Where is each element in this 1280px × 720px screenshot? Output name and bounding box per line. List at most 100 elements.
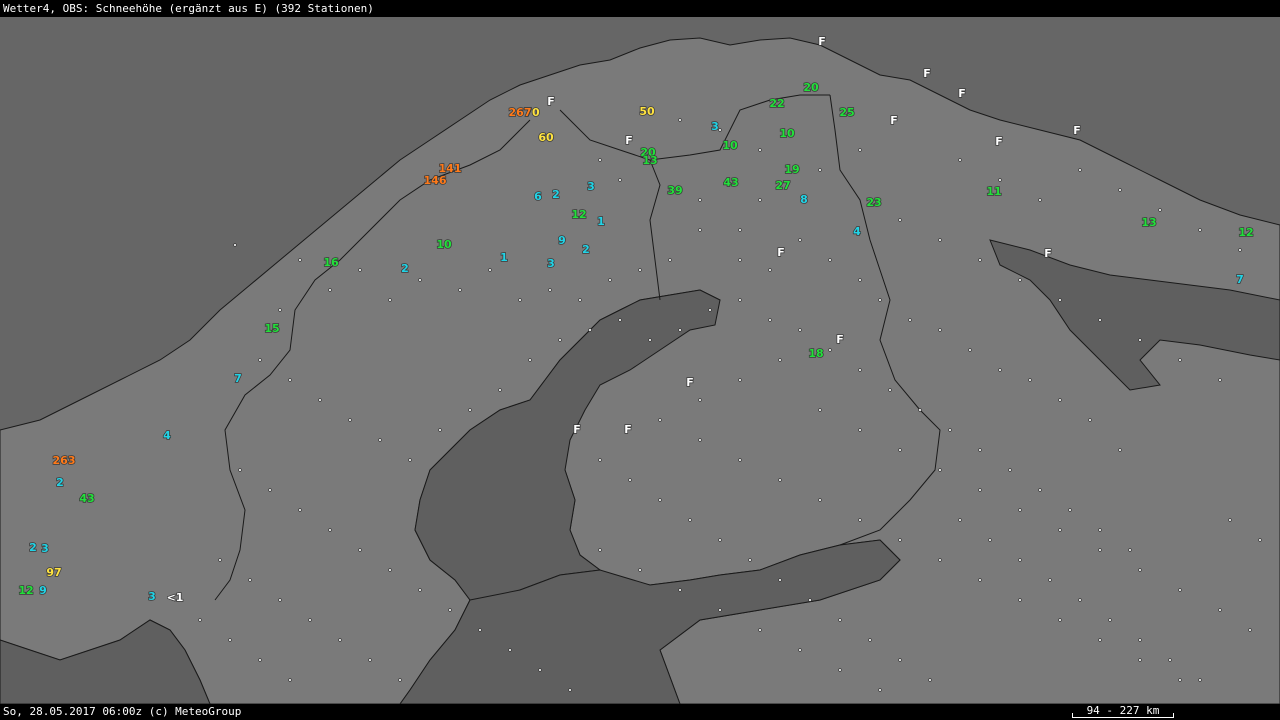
station-dot [808, 598, 812, 602]
station-dot [978, 258, 982, 262]
scale-line [1072, 713, 1174, 718]
station-dot [858, 368, 862, 372]
station-dot [578, 298, 582, 302]
station-dot [638, 568, 642, 572]
snow-depth-label: F [890, 114, 898, 127]
station-dot [998, 368, 1002, 372]
station-dot [268, 488, 272, 492]
snow-depth-label: 2 [56, 476, 64, 489]
station-dot [618, 318, 622, 322]
snow-depth-label: F [625, 134, 633, 147]
station-dot [878, 688, 882, 692]
station-dot [958, 158, 962, 162]
station-dot [938, 558, 942, 562]
station-dot [718, 128, 722, 132]
station-dot [288, 378, 292, 382]
station-dot [258, 658, 262, 662]
station-dot [1058, 298, 1062, 302]
station-dot [738, 298, 742, 302]
station-dot [278, 308, 282, 312]
station-dot [528, 358, 532, 362]
snow-depth-label: 19 [784, 163, 799, 176]
snow-depth-map[interactable]: FFFFFFFFF FFFF F<1202225101020131943 2739 11… [0, 17, 1280, 704]
station-dot [798, 328, 802, 332]
snow-depth-label: <1 [167, 591, 184, 604]
snow-depth-label: F [573, 423, 581, 436]
station-dot [828, 348, 832, 352]
station-dot [1178, 358, 1182, 362]
snow-depth-label: 16 [323, 256, 339, 269]
station-dot [328, 288, 332, 292]
station-dot [938, 328, 942, 332]
station-dot [678, 328, 682, 332]
station-dot [368, 658, 372, 662]
station-dot [1098, 318, 1102, 322]
station-dot [628, 478, 632, 482]
station-dot [998, 178, 1002, 182]
station-dot [1048, 578, 1052, 582]
station-dot [698, 198, 702, 202]
snow-depth-label: 12 [18, 584, 33, 597]
station-dot [448, 608, 452, 612]
snow-depth-label: 22 [769, 97, 784, 110]
station-dot [1078, 598, 1082, 602]
snow-depth-label: 7 [234, 372, 242, 385]
station-dot [1218, 378, 1222, 382]
station-dot [1108, 618, 1112, 622]
station-dot [758, 148, 762, 152]
station-dot [298, 258, 302, 262]
station-dot [748, 558, 752, 562]
station-dot [1008, 468, 1012, 472]
station-dot [218, 558, 222, 562]
station-dot [618, 178, 622, 182]
station-dot [908, 318, 912, 322]
station-dot [1038, 488, 1042, 492]
station-dot [398, 678, 402, 682]
station-dot [1018, 508, 1022, 512]
station-dot [538, 668, 542, 672]
station-dot [418, 278, 422, 282]
station-dot [1118, 188, 1122, 192]
station-dot [738, 228, 742, 232]
snow-depth-label: 3 [547, 257, 555, 270]
station-dot [388, 568, 392, 572]
station-dot [1058, 398, 1062, 402]
snow-depth-label: 25 [839, 106, 854, 119]
station-dot [818, 498, 822, 502]
station-dot [498, 388, 502, 392]
snow-depth-label: F [995, 135, 1003, 148]
station-dot [898, 448, 902, 452]
station-dot [858, 148, 862, 152]
snow-depth-label: 3 [587, 180, 595, 193]
station-dot [678, 588, 682, 592]
station-dot [958, 518, 962, 522]
station-dot [978, 578, 982, 582]
station-dot [718, 608, 722, 612]
station-dot [1228, 518, 1232, 522]
status-bar: So, 28.05.2017 06:00z (c) MeteoGroup 94 … [0, 704, 1280, 720]
station-dot [858, 278, 862, 282]
station-dot [898, 218, 902, 222]
station-dot [1078, 168, 1082, 172]
station-dot [378, 438, 382, 442]
snow-depth-label: 4 [853, 225, 861, 238]
station-dot [898, 538, 902, 542]
snow-depth-label: 10 [722, 139, 738, 152]
station-dot [418, 588, 422, 592]
station-dot [558, 338, 562, 342]
snow-depth-label: 13 [1141, 216, 1156, 229]
station-dot [648, 338, 652, 342]
station-dot [198, 618, 202, 622]
map-area[interactable]: F F F F F F F F F F F F F F <1 20 22 25 10 10 20 13 19 43 27 39 11… [0, 17, 1280, 704]
station-dot [258, 358, 262, 362]
snow-depth-label: 263 [53, 454, 76, 467]
snow-depth-label: 18 [808, 347, 823, 360]
snow-depth-label: 15 [264, 322, 279, 335]
station-dot [548, 288, 552, 292]
station-dot [738, 258, 742, 262]
station-dot [1198, 228, 1202, 232]
snow-depth-label: 20 [803, 81, 819, 94]
station-dot [1138, 568, 1142, 572]
station-dot [708, 308, 712, 312]
snow-depth-label: 12 [571, 208, 586, 221]
